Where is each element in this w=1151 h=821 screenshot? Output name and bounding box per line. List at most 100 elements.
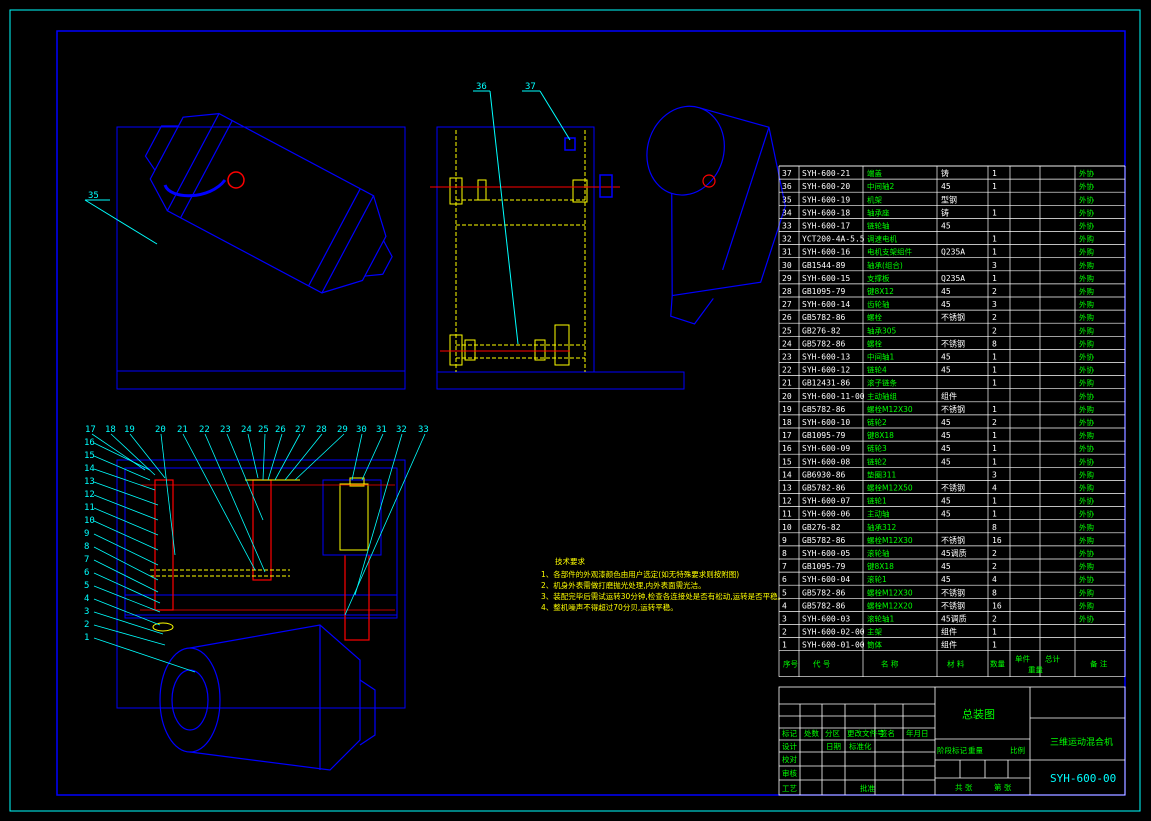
bom-row-no: 26 [782, 313, 792, 322]
bom-row-material: 型钢 [941, 194, 957, 204]
bom-row-no: 7 [782, 562, 787, 571]
bom-header-total: 总计 [1045, 654, 1061, 664]
bom-row-qty: 3 [992, 470, 997, 479]
bom-row-no: 14 [782, 470, 792, 479]
cad-drawing: 35 36 37 17 18 19 20 21 22 23 24 25 26 2… [9, 9, 1141, 812]
label-27: 27 [295, 425, 306, 435]
bom-row-no: 35 [782, 195, 792, 204]
bom-row-name: 轴承座 [867, 207, 890, 217]
bom-header-name: 名 称 [881, 659, 899, 669]
bom-row-name: 链轮3 [867, 443, 887, 453]
bom-row-code: SYH-600-03 [802, 615, 850, 624]
bom-row-name: 螺栓M12X30 [867, 535, 913, 545]
bom-row-note: 外购 [1079, 404, 1094, 414]
bom-row-name: 调速电机 [867, 234, 897, 244]
label-28: 28 [316, 425, 327, 435]
bom-row-note: 外协 [1079, 496, 1095, 506]
bom-row-note: 外协 [1079, 168, 1095, 178]
tb-design: 设计 [782, 741, 797, 751]
label-26: 26 [275, 425, 286, 435]
bom-row-material: 不锈钢 [941, 483, 965, 493]
bom-row-code: SYH-600-19 [802, 195, 850, 204]
bom-row-name: 轴承(组合) [867, 260, 903, 270]
bom-row-code: GB12431-86 [802, 379, 850, 388]
label-14: 14 [84, 464, 95, 474]
bom-row-material: Q235A [941, 274, 965, 283]
bom-row-name: 齿轮轴 [867, 299, 890, 309]
bom-row-code: SYH-600-10 [802, 418, 850, 427]
bom-row-code: SYH-600-02-00 [802, 628, 865, 637]
bom-row-qty: 2 [992, 287, 997, 296]
tb-date: 年月日 [906, 728, 929, 738]
bom-row-material: 45 [941, 182, 951, 191]
bom-row-qty: 1 [992, 274, 997, 283]
tb-zone: 分区 [825, 729, 840, 738]
bom-row-name: 键8X18 [867, 430, 894, 440]
tb-standardize: 标准化 [849, 741, 872, 751]
label-8: 8 [84, 542, 89, 552]
bom-row-no: 24 [782, 339, 792, 348]
label-20: 20 [155, 425, 166, 435]
bom-row-qty: 1 [992, 641, 997, 650]
bom-header-no: 序号 [783, 659, 798, 669]
label-16: 16 [84, 438, 95, 448]
notes-item-1: 1、各部件的外观漆颜色由用户选定(如无特殊要求则按附图) [541, 569, 739, 579]
bom-row-code: GB5782-86 [802, 339, 846, 348]
bom-row-material: 45 [941, 510, 951, 519]
label-22: 22 [199, 425, 210, 435]
bom-row-material: Q235A [941, 248, 965, 257]
bom-row-no: 11 [782, 510, 792, 519]
bom-row-note: 外购 [1079, 483, 1094, 493]
label-11: 11 [84, 503, 95, 513]
bom-row-name: 键8X12 [867, 286, 894, 296]
bom-row-name: 主动轴组 [867, 391, 897, 401]
bom-row-no: 36 [782, 182, 792, 191]
bom-row-code: SYH-600-06 [802, 510, 850, 519]
bom-row-qty: 1 [992, 510, 997, 519]
bom-row-code: GB5782-86 [802, 313, 846, 322]
label-19: 19 [124, 425, 135, 435]
bom-row-note: 外购 [1079, 600, 1094, 610]
bom-row-material: 45 [941, 562, 951, 571]
tb-approve: 批准 [860, 783, 875, 793]
bom-row-note: 外购 [1079, 430, 1094, 440]
bom-row-no: 9 [782, 536, 787, 545]
bom-row-name: 中间轴1 [867, 352, 894, 362]
bom-row-code: SYH-600-18 [802, 208, 850, 217]
bom-row-note: 外协 [1079, 456, 1095, 466]
bom-row-no: 12 [782, 497, 792, 506]
bom-row-code: SYH-600-01-00 [802, 641, 865, 650]
bom-row-no: 4 [782, 601, 787, 610]
bom-row-code: GB1095-79 [802, 287, 846, 296]
bom-row-note: 外协 [1079, 221, 1095, 231]
bom-row-material: 不锈钢 [941, 404, 965, 414]
bom-row-note: 外协 [1079, 207, 1095, 217]
bom-row-no: 29 [782, 274, 792, 283]
bom-row-note: 外购 [1079, 325, 1094, 335]
bom-row-qty: 1 [992, 208, 997, 217]
notes-title: 技术要求 [555, 556, 585, 566]
bom-row-qty: 1 [992, 431, 997, 440]
view-top-left: 35 [84, 112, 406, 390]
tb-mark: 标记 [782, 728, 797, 738]
bom-row-no: 17 [782, 431, 792, 440]
bom-row-note: 外购 [1079, 535, 1094, 545]
bom-row-name: 主动轴 [867, 509, 890, 519]
bom-row-material: 不锈钢 [941, 587, 965, 597]
bom-row-code: SYH-600-11-00 [802, 392, 865, 401]
tb-sign: 签名 [880, 728, 895, 738]
bom-row-code: SYH-600-15 [802, 274, 850, 283]
bom-row-name: 垫圈311 [867, 469, 897, 479]
bom-row-no: 6 [782, 575, 787, 584]
bom-row-note: 外购 [1079, 522, 1094, 532]
bom-row-name: 螺栓M12X30 [867, 587, 913, 597]
bom-header-qty: 数量 [990, 659, 1005, 669]
bom-row-code: GB5782-86 [802, 536, 846, 545]
bom-row-code: SYH-600-14 [802, 300, 850, 309]
bom-row-name: 轴承312 [867, 522, 897, 532]
bom-table: 37 SYH-600-21 端盖铸 1 外协36 SYH-600-20 中间轴2 45 1 外协3… [778, 165, 1126, 678]
label-15: 15 [84, 451, 95, 461]
bom-row-name: 链轮轴 [867, 221, 890, 231]
tb-sheet-total: 共 张 [955, 783, 973, 792]
bom-row-no: 23 [782, 353, 792, 362]
